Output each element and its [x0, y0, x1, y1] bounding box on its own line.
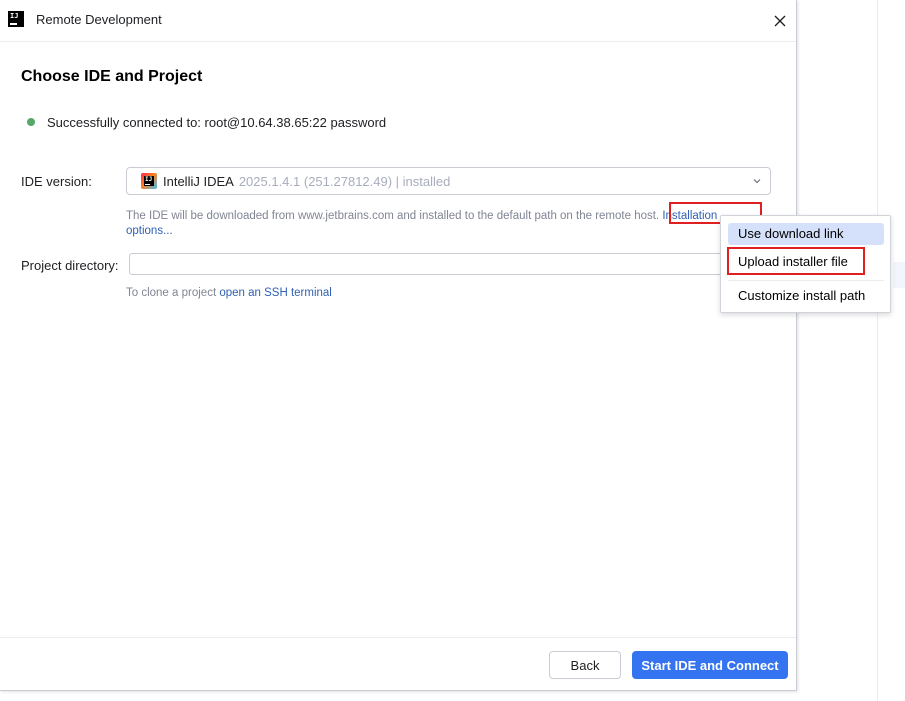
page-title: Choose IDE and Project	[21, 68, 203, 85]
start-ide-and-connect-button[interactable]: Start IDE and Connect	[632, 651, 788, 679]
ide-version-value: 2025.1.4.1 (251.27812.49) | installed	[238, 173, 451, 189]
open-ssh-terminal-link[interactable]: open an SSH terminal	[219, 287, 332, 299]
chevron-down-icon	[753, 179, 761, 184]
installation-options-menu: Use download link Upload installer file …	[720, 215, 891, 313]
ide-download-hint: The IDE will be downloaded from www.jetb…	[126, 209, 717, 239]
back-button[interactable]: Back	[549, 651, 621, 679]
hint-text: The IDE will be downloaded from www.jetb…	[126, 210, 660, 222]
connection-status: Successfully connected to: root@10.64.38…	[27, 114, 386, 130]
project-directory-input[interactable]	[129, 253, 729, 275]
menu-item-customize-install-path[interactable]: Customize install path	[728, 285, 884, 307]
ide-version-label: IDE version:	[21, 174, 92, 189]
close-button[interactable]	[768, 9, 792, 33]
window-title: Remote Development	[36, 12, 162, 27]
intellij-idea-icon: IJ	[141, 173, 157, 189]
footer-divider	[0, 637, 796, 638]
installation-options-link-cont[interactable]: options...	[126, 225, 173, 237]
close-icon	[774, 15, 786, 27]
title-bar: IJ Remote Development	[0, 0, 796, 42]
background-divider	[877, 0, 878, 701]
menu-separator	[728, 280, 884, 281]
ide-version-dropdown[interactable]: IJ IntelliJ IDEA 2025.1.4.1 (251.27812.4…	[126, 167, 771, 195]
ide-name: IntelliJ IDEA	[163, 173, 234, 189]
menu-item-use-download-link[interactable]: Use download link	[728, 223, 884, 245]
clone-hint-text: To clone a project	[126, 287, 217, 299]
project-directory-label: Project directory:	[21, 258, 119, 273]
intellij-app-icon: IJ	[8, 11, 24, 27]
background-window	[797, 0, 905, 701]
clone-hint: To clone a project open an SSH terminal	[126, 287, 332, 299]
installation-options-link[interactable]: Installation	[662, 210, 717, 222]
status-dot-icon	[27, 118, 35, 126]
remote-development-dialog: IJ Remote Development Choose IDE and Pro…	[0, 0, 797, 691]
background-highlight	[893, 262, 905, 288]
status-text: Successfully connected to: root@10.64.38…	[47, 114, 387, 130]
menu-item-upload-installer-file[interactable]: Upload installer file	[728, 251, 884, 273]
